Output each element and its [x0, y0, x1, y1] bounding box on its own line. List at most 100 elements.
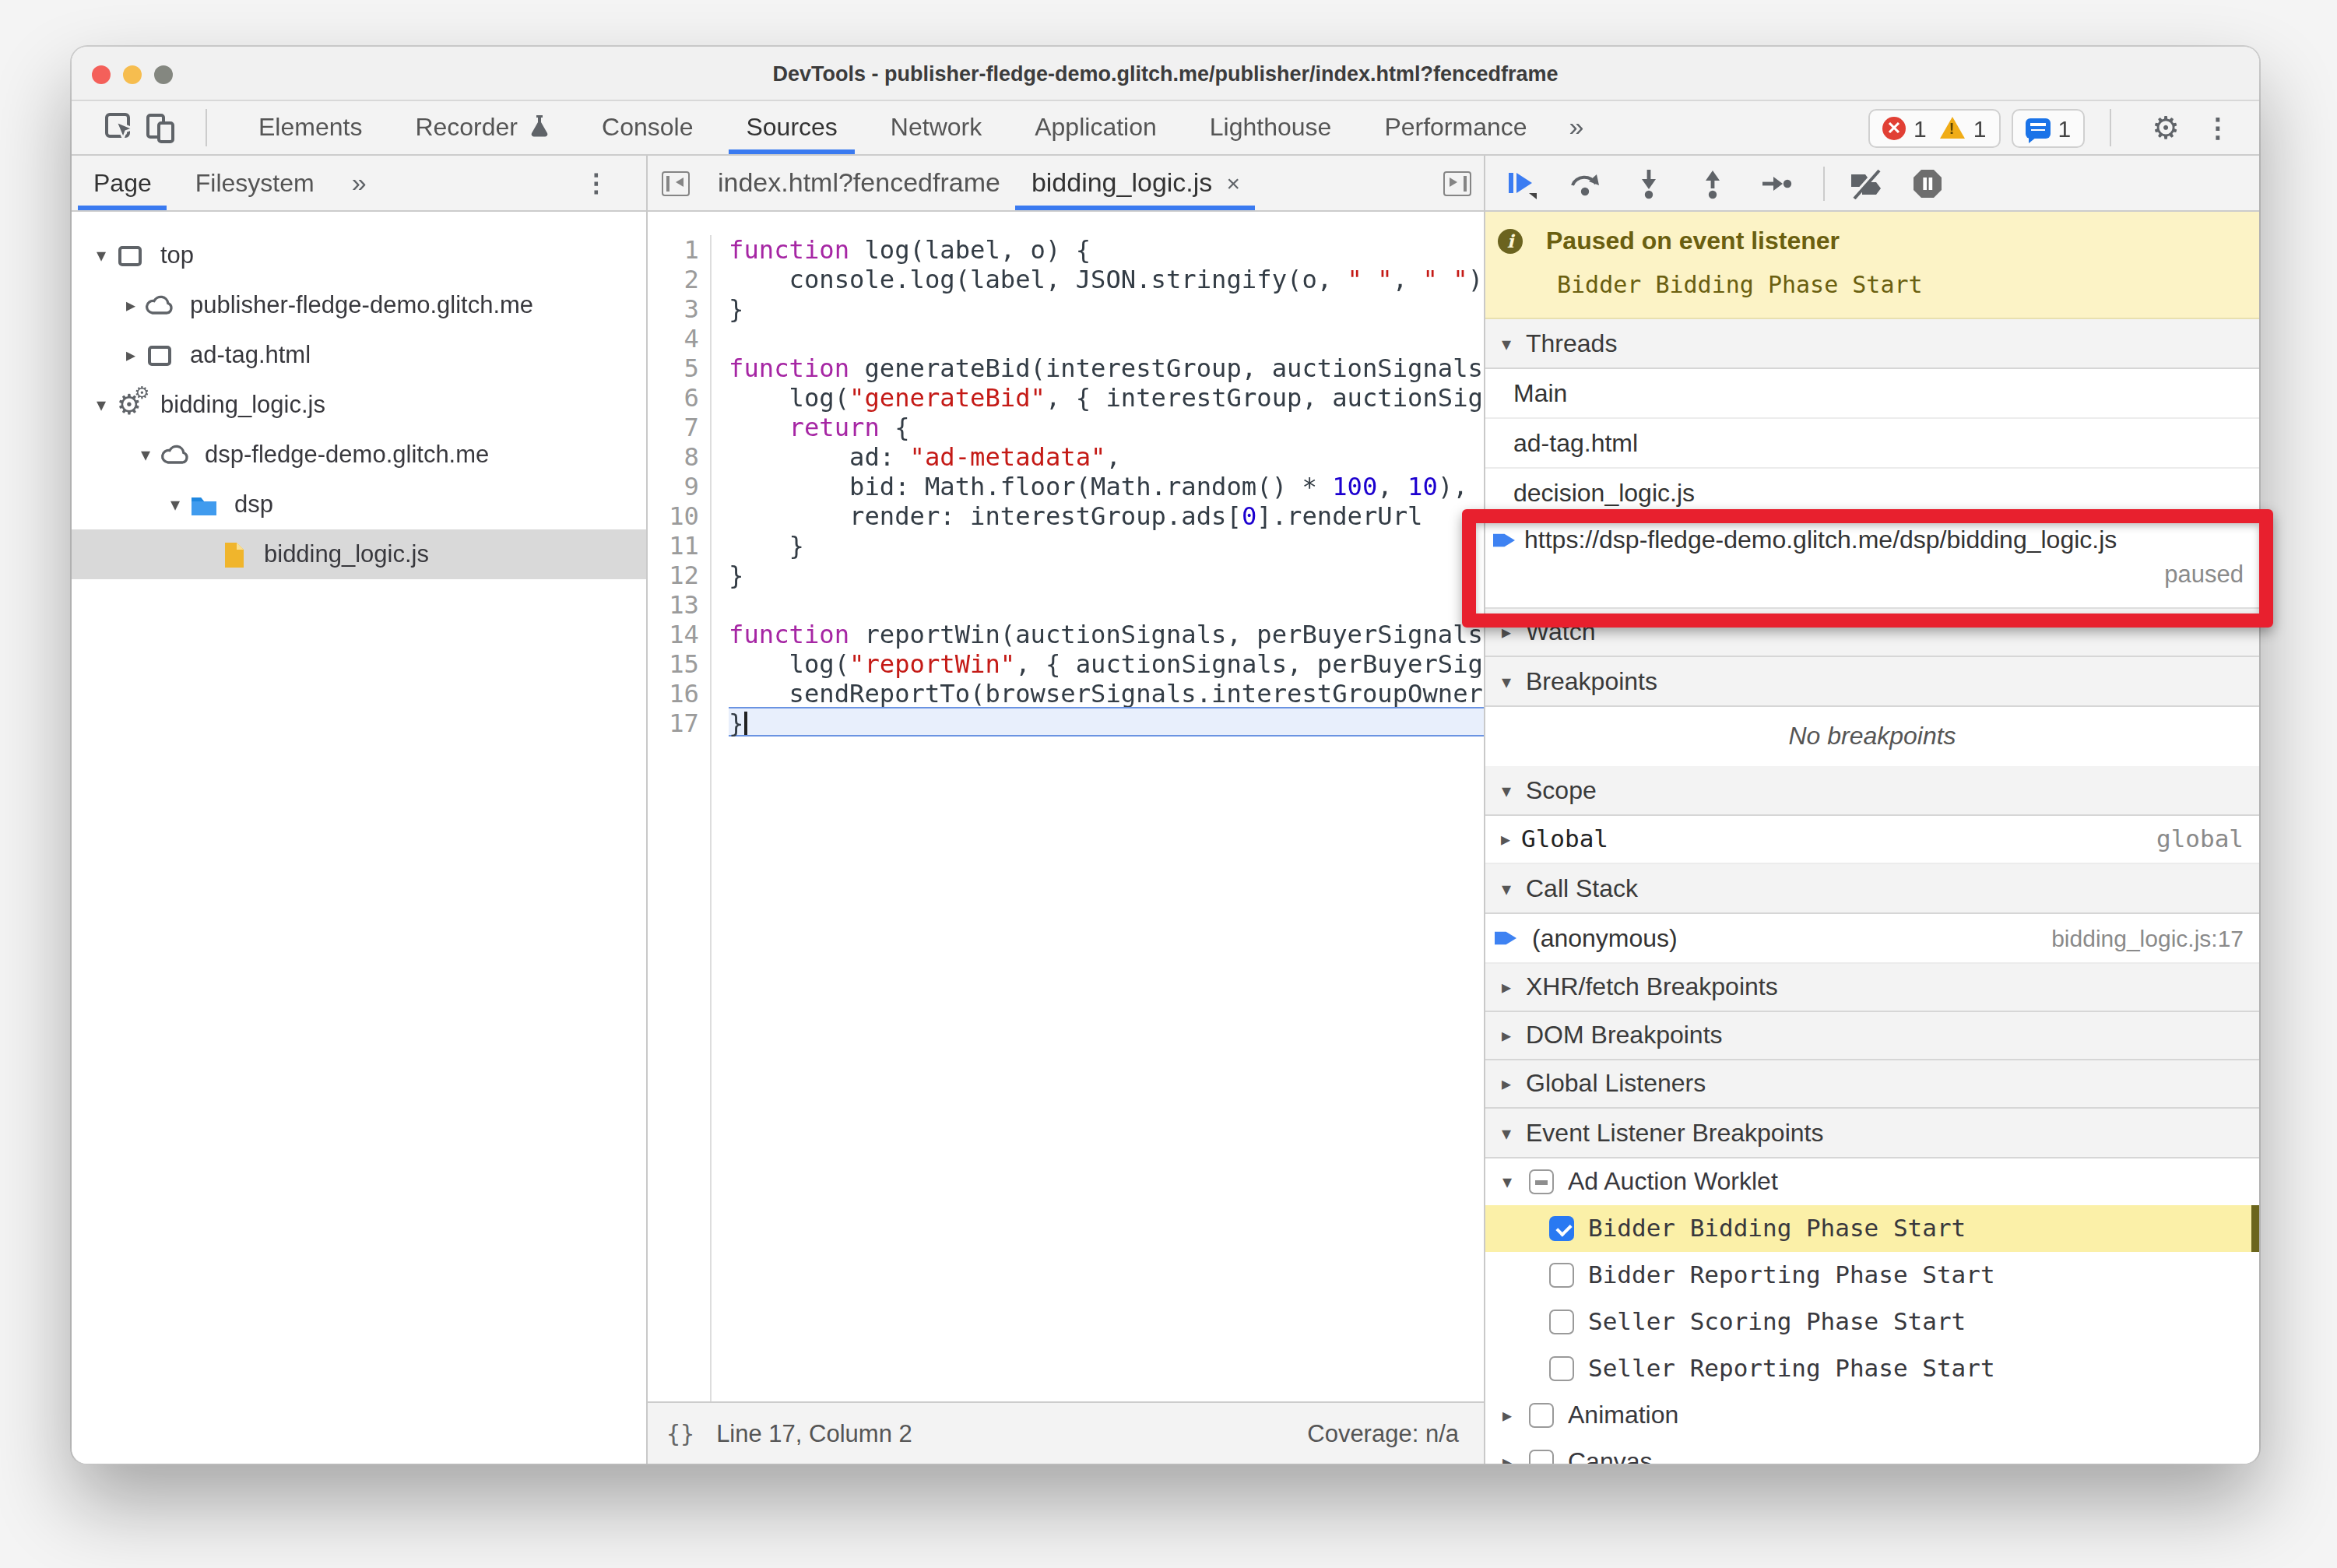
text-cursor — [744, 712, 747, 735]
pretty-print-icon[interactable]: {} — [648, 1419, 716, 1447]
event-breakpoint-bidder-bidding-phase-start[interactable]: Bidder Bidding Phase Start — [1485, 1205, 2259, 1252]
checkbox-unchecked[interactable] — [1549, 1310, 1574, 1334]
line-number[interactable]: 2 — [648, 265, 699, 294]
event-breakpoint-seller-reporting-phase-start[interactable]: Seller Reporting Phase Start — [1485, 1345, 2259, 1392]
section-header-dom-breakpoints[interactable]: ▸DOM Breakpoints — [1485, 1012, 2259, 1060]
zoom-window-button[interactable] — [154, 65, 173, 83]
inspect-element-icon[interactable] — [100, 109, 140, 146]
event-breakpoint-canvas[interactable]: ▸Canvas — [1485, 1439, 2259, 1464]
disclosure-expanded-icon[interactable]: ▾ — [1498, 1171, 1516, 1193]
scope-global-row[interactable]: ▸Globalglobal — [1485, 816, 2259, 864]
checkbox-unchecked[interactable] — [1549, 1356, 1574, 1381]
disclosure-collapsed-icon[interactable]: ▸ — [1498, 1451, 1516, 1464]
line-number[interactable]: 5 — [648, 353, 699, 383]
file-tree: ▾top▸publisher-fledge-demo.glitch.me▸ad-… — [72, 212, 646, 1464]
step-over-icon[interactable] — [1568, 167, 1602, 199]
tab-sources[interactable]: Sources — [719, 101, 863, 154]
event-breakpoint-seller-scoring-phase-start[interactable]: Seller Scoring Phase Start — [1485, 1299, 2259, 1345]
disclosure-collapsed-icon[interactable]: ▸ — [1498, 1405, 1516, 1426]
sidebar-menu-icon[interactable]: ⋮ — [584, 168, 609, 198]
line-number[interactable]: 6 — [648, 383, 699, 413]
line-number[interactable]: 9 — [648, 472, 699, 501]
step-icon[interactable] — [1759, 167, 1794, 199]
line-number[interactable]: 11 — [648, 531, 699, 561]
line-number[interactable]: 17 — [648, 708, 699, 738]
settings-gear-icon[interactable]: ⚙ — [2136, 109, 2195, 146]
section-header-event-listener-breakpoints[interactable]: ▾Event Listener Breakpoints — [1485, 1109, 2259, 1158]
line-number[interactable]: 7 — [648, 413, 699, 442]
tree-item-bidding-logic-js[interactable]: ▾⚙bidding_logic.js — [72, 380, 646, 430]
more-sidebar-tabs-icon[interactable]: » — [336, 167, 382, 199]
disclosure-expanded-icon[interactable]: ▾ — [90, 394, 112, 416]
step-into-icon[interactable] — [1632, 167, 1666, 199]
tree-item-label: bidding_logic.js — [264, 540, 429, 568]
device-toolbar-icon[interactable] — [140, 109, 181, 146]
checkbox-unchecked[interactable] — [1549, 1263, 1574, 1288]
tree-item-bidding-logic-js[interactable]: bidding_logic.js — [72, 529, 646, 579]
disclosure-expanded-icon[interactable]: ▾ — [90, 244, 112, 266]
pause-on-exceptions-icon[interactable] — [1910, 167, 1945, 199]
disclosure-collapsed-icon[interactable]: ▸ — [120, 344, 142, 366]
section-header-threads[interactable]: ▾Threads — [1485, 319, 2259, 369]
toggle-debugger-icon[interactable] — [1443, 171, 1471, 195]
tab-lighthouse[interactable]: Lighthouse — [1183, 101, 1358, 154]
tree-item-publisher-fledge-demo-glitch-me[interactable]: ▸publisher-fledge-demo.glitch.me — [72, 280, 646, 330]
tab-application[interactable]: Application — [1008, 101, 1183, 154]
event-breakpoint-bidder-reporting-phase-start[interactable]: Bidder Reporting Phase Start — [1485, 1252, 2259, 1299]
line-number[interactable]: 15 — [648, 649, 699, 679]
thread-item-main[interactable]: Main — [1485, 369, 2259, 419]
tree-item-dsp[interactable]: ▾dsp — [72, 480, 646, 529]
tree-item-dsp-fledge-demo-glitch-me[interactable]: ▾dsp-fledge-demo.glitch.me — [72, 430, 646, 480]
toggle-navigator-icon[interactable] — [662, 171, 690, 195]
errors-warnings-badge[interactable]: ✕ 1 1 — [1868, 108, 2000, 147]
section-header-global-listeners[interactable]: ▸Global Listeners — [1485, 1060, 2259, 1109]
line-number[interactable]: 3 — [648, 294, 699, 324]
checkbox-indeterminate[interactable] — [1529, 1169, 1554, 1194]
tab-performance[interactable]: Performance — [1358, 101, 1553, 154]
editor-tab-bidding-logic-js[interactable]: bidding_logic.js× — [1016, 156, 1256, 210]
tab-filesystem[interactable]: Filesystem — [174, 156, 336, 210]
section-header-breakpoints[interactable]: ▾Breakpoints — [1485, 657, 2259, 707]
issues-badge[interactable]: 1 — [2011, 108, 2085, 147]
disclosure-collapsed-icon[interactable]: ▸ — [1498, 828, 1513, 850]
minimize-window-button[interactable] — [123, 65, 142, 83]
more-options-icon[interactable]: ⋮ — [2195, 111, 2240, 144]
line-number[interactable]: 16 — [648, 679, 699, 708]
section-header-xhr-fetch-breakpoints[interactable]: ▸XHR/fetch Breakpoints — [1485, 964, 2259, 1012]
disclosure-expanded-icon[interactable]: ▾ — [164, 494, 186, 515]
debugger-panel: i Paused on event listener Bidder Biddin… — [1484, 156, 2259, 1464]
tree-item-ad-tag-html[interactable]: ▸ad-tag.html — [72, 330, 646, 380]
checkbox-checked[interactable] — [1549, 1216, 1574, 1241]
section-header-scope[interactable]: ▾Scope — [1485, 766, 2259, 816]
code-editor[interactable]: 1234567891011121314151617 function log(l… — [648, 212, 1484, 1401]
line-number[interactable]: 1 — [648, 235, 699, 265]
line-number[interactable]: 10 — [648, 501, 699, 531]
line-number[interactable]: 14 — [648, 620, 699, 649]
tab-console[interactable]: Console — [575, 101, 719, 154]
line-number[interactable]: 8 — [648, 442, 699, 472]
close-tab-icon[interactable]: × — [1226, 170, 1240, 196]
tree-item-top[interactable]: ▾top — [72, 230, 646, 280]
tab-network[interactable]: Network — [864, 101, 1008, 154]
tab-page[interactable]: Page — [72, 156, 174, 210]
checkbox-unchecked[interactable] — [1529, 1450, 1554, 1464]
event-breakpoint-ad-auction-worklet[interactable]: ▾Ad Auction Worklet — [1485, 1158, 2259, 1205]
checkbox-unchecked[interactable] — [1529, 1403, 1554, 1428]
line-number[interactable]: 4 — [648, 324, 699, 353]
step-out-icon[interactable] — [1696, 167, 1730, 199]
deactivate-breakpoints-icon[interactable] — [1847, 167, 1881, 199]
thread-item-ad-tag-html[interactable]: ad-tag.html — [1485, 419, 2259, 469]
section-header-call-stack[interactable]: ▾Call Stack — [1485, 864, 2259, 914]
tab-elements[interactable]: Elements — [232, 101, 388, 154]
editor-tab-index-html-fencedframe[interactable]: index.html?fencedframe — [702, 156, 1016, 210]
tab-recorder[interactable]: Recorder — [388, 101, 575, 154]
call-stack-frame[interactable]: (anonymous)bidding_logic.js:17 — [1485, 914, 2259, 964]
event-breakpoint-animation[interactable]: ▸Animation — [1485, 1392, 2259, 1439]
line-number[interactable]: 13 — [648, 590, 699, 620]
disclosure-expanded-icon[interactable]: ▾ — [135, 444, 156, 466]
close-window-button[interactable] — [92, 65, 111, 83]
disclosure-collapsed-icon[interactable]: ▸ — [120, 294, 142, 316]
line-number[interactable]: 12 — [648, 561, 699, 590]
resume-script-icon[interactable] — [1504, 167, 1538, 199]
more-panels-icon[interactable]: » — [1554, 112, 1600, 143]
